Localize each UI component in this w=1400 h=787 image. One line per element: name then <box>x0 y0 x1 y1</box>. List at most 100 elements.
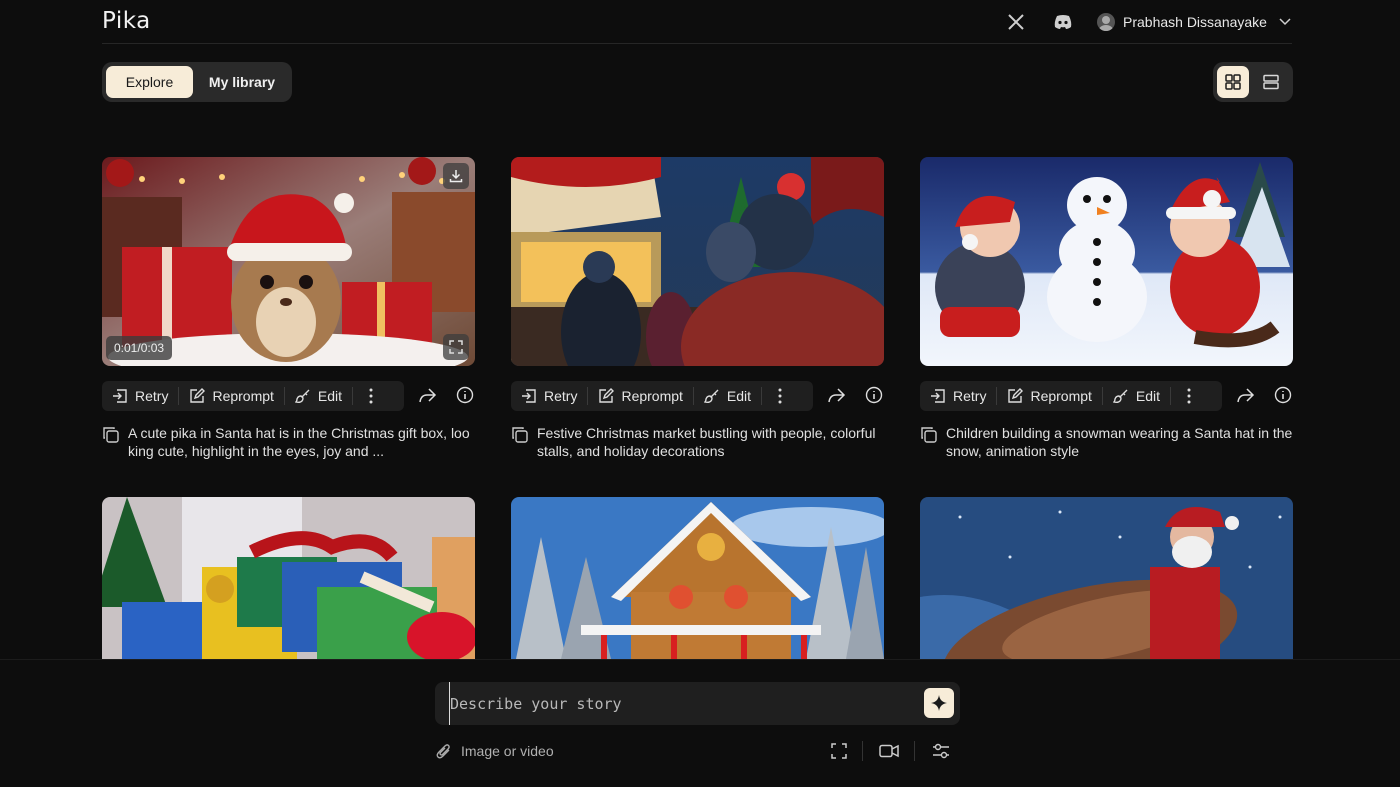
reprompt-button[interactable]: Reprompt <box>179 381 283 411</box>
video-camera-icon <box>879 744 899 758</box>
fullscreen-icon <box>449 340 463 354</box>
brush-icon <box>294 389 310 404</box>
more-button[interactable] <box>1171 381 1207 411</box>
prompt-row: Children building a snowman wearing a Sa… <box>920 424 1293 460</box>
reprompt-label: Reprompt <box>212 388 274 404</box>
video-thumbnail[interactable] <box>102 497 475 659</box>
info-icon[interactable] <box>1274 386 1292 404</box>
reprompt-button[interactable]: Reprompt <box>997 381 1101 411</box>
edit-label: Edit <box>317 388 343 404</box>
grid-view-icon <box>1225 74 1241 90</box>
copy-icon[interactable] <box>920 426 938 444</box>
retry-icon <box>113 389 127 403</box>
sliders-icon <box>933 743 949 759</box>
video-thumbnail[interactable] <box>920 157 1293 366</box>
edit-square-icon <box>190 388 206 403</box>
reprompt-button[interactable]: Reprompt <box>588 381 692 411</box>
info-icon[interactable] <box>456 386 474 404</box>
edit-label: Edit <box>1135 388 1161 404</box>
video-card <box>511 497 884 659</box>
copy-icon[interactable] <box>511 426 529 444</box>
edit-square-icon <box>1008 388 1024 403</box>
copy-icon[interactable] <box>102 426 120 444</box>
video-thumbnail[interactable] <box>511 497 884 659</box>
edit-button[interactable]: Edit <box>694 381 761 411</box>
chevron-down-icon <box>1279 18 1291 26</box>
tab-my-library[interactable]: My library <box>197 66 287 98</box>
video-timecode: 0:01/0:03 <box>106 336 173 360</box>
action-group: Retry Reprompt Edit <box>920 381 1222 411</box>
card-actions: Retry Reprompt Edit <box>920 381 1293 411</box>
top-bar: Pika Prabhash Dissanayake <box>102 0 1292 44</box>
card-actions: Retry Reprompt Edit <box>102 381 475 411</box>
tab-explore[interactable]: Explore <box>106 66 193 98</box>
aspect-ratio-icon <box>831 743 847 759</box>
info-icon[interactable] <box>865 386 883 404</box>
generate-button[interactable] <box>924 688 954 718</box>
edit-label: Edit <box>726 388 752 404</box>
video-thumbnail[interactable] <box>920 497 1293 659</box>
more-vertical-icon <box>369 388 373 404</box>
edit-square-icon <box>599 388 615 403</box>
retry-icon <box>931 389 945 403</box>
video-card <box>102 497 475 659</box>
user-name: Prabhash Dissanayake <box>1123 14 1267 30</box>
story-composer <box>435 682 960 725</box>
retry-label: Retry <box>135 388 169 404</box>
paperclip-icon <box>436 744 450 759</box>
download-button[interactable] <box>443 163 469 189</box>
library-tabs: Explore My library <box>102 62 292 102</box>
share-icon[interactable] <box>418 385 438 405</box>
retry-button[interactable]: Retry <box>102 381 178 411</box>
fullscreen-button[interactable] <box>443 334 469 360</box>
grid-view-button[interactable] <box>1217 66 1249 98</box>
share-icon[interactable] <box>827 385 847 405</box>
user-menu[interactable]: Prabhash Dissanayake <box>1097 11 1291 33</box>
card-actions: Retry Reprompt Edit <box>511 381 884 411</box>
video-thumbnail[interactable]: 0:01/0:03 <box>102 157 475 366</box>
video-thumbnail[interactable] <box>511 157 884 366</box>
video-card: Retry Reprompt Edit Festive Christmas ma… <box>511 157 884 459</box>
attach-media-button[interactable]: Image or video <box>435 741 554 761</box>
story-prompt-input[interactable] <box>449 682 909 725</box>
x-icon[interactable] <box>1005 11 1027 33</box>
more-button[interactable] <box>353 381 389 411</box>
reprompt-label: Reprompt <box>1030 388 1092 404</box>
list-view-button[interactable] <box>1255 66 1287 98</box>
view-toggle <box>1213 62 1293 102</box>
aspect-ratio-button[interactable] <box>829 741 849 761</box>
brush-icon <box>703 389 719 404</box>
pika-logo[interactable]: Pika <box>102 8 151 34</box>
prompt-text: A cute pika in Santa hat is in the Chris… <box>128 425 470 459</box>
more-button[interactable] <box>762 381 798 411</box>
camera-control-button[interactable] <box>879 741 899 761</box>
more-vertical-icon <box>1187 388 1191 404</box>
retry-label: Retry <box>953 388 987 404</box>
video-card: 0:01/0:03 Retry Reprompt Edit A cute pik… <box>102 157 475 459</box>
share-icon[interactable] <box>1236 385 1256 405</box>
action-group: Retry Reprompt Edit <box>511 381 813 411</box>
reprompt-label: Reprompt <box>621 388 683 404</box>
divider <box>914 741 915 761</box>
retry-button[interactable]: Retry <box>511 381 587 411</box>
retry-label: Retry <box>544 388 578 404</box>
video-card <box>920 497 1293 659</box>
retry-icon <box>522 389 536 403</box>
retry-button[interactable]: Retry <box>920 381 996 411</box>
prompt-row: A cute pika in Santa hat is in the Chris… <box>102 424 475 460</box>
attach-label: Image or video <box>461 743 554 759</box>
prompt-row: Festive Christmas market bustling with p… <box>511 424 884 460</box>
more-vertical-icon <box>778 388 782 404</box>
sparkle-icon <box>931 695 947 711</box>
edit-button[interactable]: Edit <box>1103 381 1170 411</box>
divider <box>862 741 863 761</box>
edit-button[interactable]: Edit <box>285 381 352 411</box>
download-icon <box>449 170 463 183</box>
video-card: Retry Reprompt Edit Children building a … <box>920 157 1293 459</box>
avatar <box>1097 13 1115 31</box>
settings-button[interactable] <box>931 741 951 761</box>
brush-icon <box>1112 389 1128 404</box>
prompt-text: Festive Christmas market bustling with p… <box>537 425 876 459</box>
discord-icon[interactable] <box>1052 11 1074 33</box>
list-view-icon <box>1263 74 1279 90</box>
